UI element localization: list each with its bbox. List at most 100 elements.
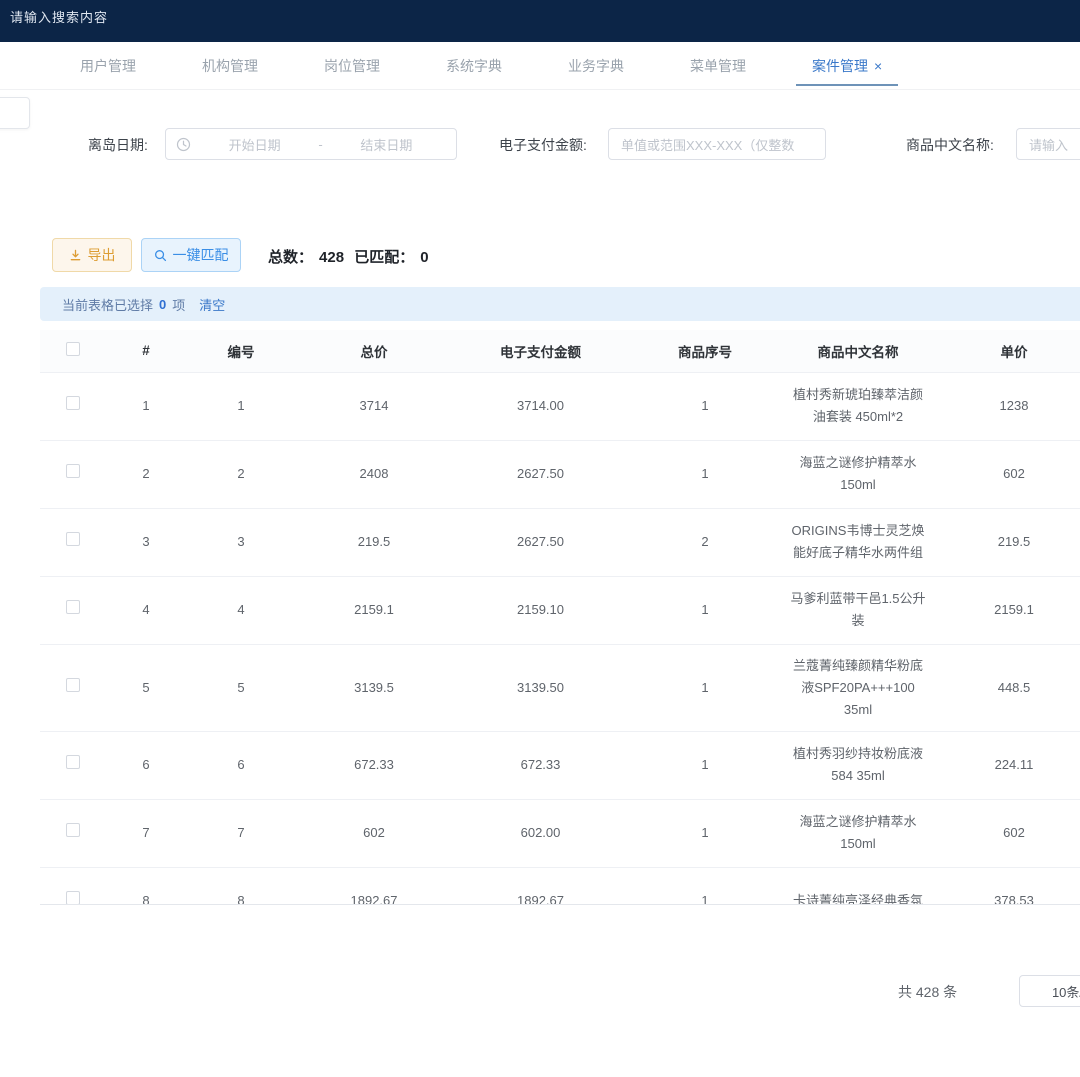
cell-code: 4 bbox=[186, 576, 296, 644]
tab-item-1[interactable]: 用户管理 bbox=[56, 42, 160, 90]
clear-selection-link[interactable]: 清空 bbox=[199, 295, 225, 314]
payment-amount-input[interactable]: 单值或范围XXX-XXX（仅整数 bbox=[608, 128, 826, 160]
cell-seq: 1 bbox=[629, 440, 781, 508]
payment-amount-label: 电子支付金额: bbox=[499, 135, 587, 155]
match-stats: 总数：428 已匹配：0 bbox=[268, 246, 435, 267]
global-search-input[interactable]: 请输入搜索内容 bbox=[10, 7, 108, 26]
row-checkbox[interactable] bbox=[66, 464, 80, 478]
total-label: 总数： bbox=[268, 249, 313, 266]
cell-total: 219.5 bbox=[296, 508, 452, 576]
cell-seq: 1 bbox=[629, 799, 781, 867]
cell-total: 1892.67 bbox=[296, 867, 452, 905]
table-row-3: 33219.52627.502ORIGINS韦博士灵芝焕能好底子精华水两件组21… bbox=[40, 508, 1080, 576]
column-header-3: 总价 bbox=[296, 330, 452, 372]
tab-item-5[interactable]: 业务字典 bbox=[544, 42, 648, 90]
cell-total: 3714 bbox=[296, 372, 452, 440]
selection-info-bar: 当前表格已选择 0 项 清空 bbox=[40, 287, 1080, 321]
cell-code: 1 bbox=[186, 372, 296, 440]
cell-rank: 6 bbox=[106, 731, 186, 799]
row-checkbox[interactable] bbox=[66, 823, 80, 837]
tab-label: 业务字典 bbox=[568, 56, 624, 76]
cell-paid: 672.33 bbox=[452, 731, 629, 799]
tab-item-2[interactable]: 机构管理 bbox=[178, 42, 282, 90]
product-name-input[interactable]: 请输入 bbox=[1016, 128, 1080, 160]
tab-label: 系统字典 bbox=[446, 56, 502, 76]
cell-paid: 2159.10 bbox=[452, 576, 629, 644]
tab-close-icon[interactable]: × bbox=[874, 58, 882, 74]
tab-label: 菜单管理 bbox=[690, 56, 746, 76]
collapsed-side-panel[interactable] bbox=[0, 97, 30, 129]
product-name-label: 商品中文名称: bbox=[906, 135, 994, 155]
cell-unit: 2159.1 bbox=[935, 576, 1080, 644]
tab-item-7[interactable]: 案件管理× bbox=[788, 42, 906, 90]
cell-code: 7 bbox=[186, 799, 296, 867]
cell-unit: 448.5 bbox=[935, 644, 1080, 731]
date-filter-label: 离岛日期: bbox=[88, 135, 148, 155]
cell-paid: 602.00 bbox=[452, 799, 629, 867]
cell-total: 672.33 bbox=[296, 731, 452, 799]
cell-rank: 5 bbox=[106, 644, 186, 731]
table-row-4: 442159.12159.101马爹利蓝带干邑1.5公升装2159.1 bbox=[40, 576, 1080, 644]
tab-item-6[interactable]: 菜单管理 bbox=[666, 42, 770, 90]
table-row-7: 77602602.001海蓝之谜修护精萃水 150ml602 bbox=[40, 799, 1080, 867]
row-checkbox[interactable] bbox=[66, 600, 80, 614]
one-click-match-button[interactable]: 一键匹配 bbox=[141, 238, 241, 272]
tab-label: 机构管理 bbox=[202, 56, 258, 76]
table-row-6: 66672.33672.331植村秀羽纱持妆粉底液 584 35ml224.11 bbox=[40, 731, 1080, 799]
cell-code: 6 bbox=[186, 731, 296, 799]
column-header-1: # bbox=[106, 330, 186, 372]
tab-item-4[interactable]: 系统字典 bbox=[422, 42, 526, 90]
selection-prefix: 当前表格已选择 bbox=[62, 295, 153, 314]
app-window: 请输入搜索内容 用户管理 机构管理 岗位管理 系统字典 业务字典 菜单管理 案件管理× 离岛… bbox=[0, 0, 1080, 1077]
page-size-select[interactable]: 10条/页 bbox=[1019, 975, 1080, 1007]
cell-seq: 1 bbox=[629, 576, 781, 644]
cell-unit: 602 bbox=[935, 799, 1080, 867]
cell-name: ORIGINS韦博士灵芝焕能好底子精华水两件组 bbox=[781, 508, 935, 576]
cell-name: 兰蔻菁纯臻颜精华粉底液SPF20PA+++100 35ml bbox=[781, 644, 935, 731]
cell-code: 2 bbox=[186, 440, 296, 508]
cell-code: 3 bbox=[186, 508, 296, 576]
table-header-row: #编号总价电子支付金额商品序号商品中文名称单价 bbox=[40, 330, 1080, 372]
cell-seq: 1 bbox=[629, 731, 781, 799]
table-row-2: 2224082627.501海蓝之谜修护精萃水 150ml602 bbox=[40, 440, 1080, 508]
date-range-input[interactable]: 开始日期 - 结束日期 bbox=[165, 128, 457, 160]
row-checkbox[interactable] bbox=[66, 891, 80, 905]
cell-code: 8 bbox=[186, 867, 296, 905]
cell-code: 5 bbox=[186, 644, 296, 731]
cell-rank: 8 bbox=[106, 867, 186, 905]
cell-rank: 1 bbox=[106, 372, 186, 440]
cell-rank: 4 bbox=[106, 576, 186, 644]
cell-rank: 7 bbox=[106, 799, 186, 867]
cell-paid: 2627.50 bbox=[452, 508, 629, 576]
cell-seq: 2 bbox=[629, 508, 781, 576]
matched-value: 0 bbox=[420, 249, 428, 266]
tab-label: 用户管理 bbox=[80, 56, 136, 76]
tab-bar: 用户管理 机构管理 岗位管理 系统字典 业务字典 菜单管理 案件管理× bbox=[0, 42, 1080, 90]
tab-item-3[interactable]: 岗位管理 bbox=[300, 42, 404, 90]
row-checkbox[interactable] bbox=[66, 396, 80, 410]
cell-unit: 224.11 bbox=[935, 731, 1080, 799]
cell-total: 3139.5 bbox=[296, 644, 452, 731]
select-all-checkbox[interactable] bbox=[66, 342, 80, 356]
row-checkbox[interactable] bbox=[66, 755, 80, 769]
export-button[interactable]: 导出 bbox=[52, 238, 132, 272]
clock-icon bbox=[176, 137, 191, 152]
table-body: 1137143714.001植村秀新琥珀臻萃洁颜油套装 450ml*212382… bbox=[40, 372, 1080, 905]
top-navbar: 请输入搜索内容 bbox=[0, 0, 1080, 42]
start-date-placeholder: 开始日期 bbox=[195, 135, 314, 154]
cell-unit: 219.5 bbox=[935, 508, 1080, 576]
cell-paid: 2627.50 bbox=[452, 440, 629, 508]
row-checkbox[interactable] bbox=[66, 678, 80, 692]
table-row-8: 881892.671892.671卡诗菁纯亮泽经典香氛378.53 bbox=[40, 867, 1080, 905]
cell-seq: 1 bbox=[629, 372, 781, 440]
row-checkbox[interactable] bbox=[66, 532, 80, 546]
cell-name: 马爹利蓝带干邑1.5公升装 bbox=[781, 576, 935, 644]
selection-suffix: 项 bbox=[172, 295, 185, 314]
total-value: 428 bbox=[319, 249, 344, 266]
cell-paid: 1892.67 bbox=[452, 867, 629, 905]
cell-paid: 3714.00 bbox=[452, 372, 629, 440]
cell-paid: 3139.50 bbox=[452, 644, 629, 731]
product-name-placeholder: 请输入 bbox=[1029, 135, 1068, 154]
table-row-1: 1137143714.001植村秀新琥珀臻萃洁颜油套装 450ml*21238 bbox=[40, 372, 1080, 440]
cell-name: 卡诗菁纯亮泽经典香氛 bbox=[781, 867, 935, 905]
